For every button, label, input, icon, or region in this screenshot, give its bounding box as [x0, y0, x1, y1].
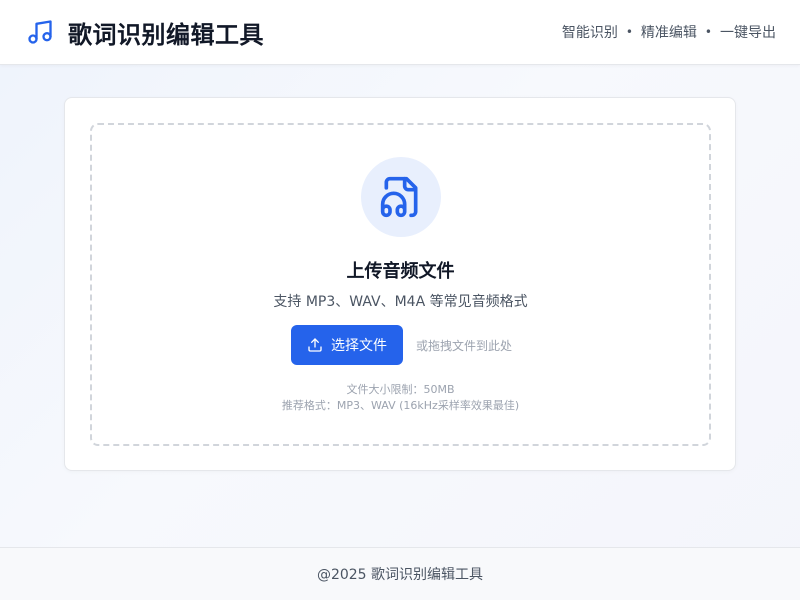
drag-hint: 或拖拽文件到此处 — [416, 339, 513, 353]
feature-item: 一键导出 — [720, 25, 776, 41]
upload-icon — [308, 338, 322, 352]
upload-subtitle: 支持 MP3、WAV、M4A 等常见音频格式 — [273, 294, 528, 310]
music-note-icon — [28, 20, 52, 44]
feature-list: 智能识别 • 精准编辑 • 一键导出 — [562, 22, 776, 42]
file-dropzone[interactable]: 上传音频文件 支持 MP3、WAV、M4A 等常见音频格式 选择文件 或拖拽文件… — [90, 123, 711, 446]
select-file-button[interactable]: 选择文件 — [291, 325, 403, 365]
feature-item: 精准编辑 — [640, 25, 697, 41]
feature-separator: • — [704, 25, 712, 39]
audio-file-icon — [380, 176, 418, 218]
upload-icon-circle — [361, 157, 441, 237]
upload-title: 上传音频文件 — [346, 261, 455, 282]
recommended-format: 推荐格式：MP3、WAV (16kHz采样率效果最佳) — [281, 399, 520, 412]
footer-text: @2025 歌词识别编辑工具 — [316, 567, 484, 583]
app-title: 歌词识别编辑工具 — [68, 20, 264, 49]
brand: 歌词识别编辑工具 — [26, 15, 264, 50]
select-file-label: 选择文件 — [331, 338, 387, 354]
feature-separator: • — [625, 25, 633, 39]
upload-card: 上传音频文件 支持 MP3、WAV、M4A 等常见音频格式 选择文件 或拖拽文件… — [64, 97, 736, 471]
feature-item: 智能识别 — [561, 25, 618, 41]
size-limit: 文件大小限制：50MB — [346, 383, 455, 396]
upload-limits: 文件大小限制：50MB 推荐格式：MP3、WAV (16kHz采样率效果最佳) — [92, 382, 709, 414]
app-footer: @2025 歌词识别编辑工具 — [0, 547, 800, 600]
app-header: 歌词识别编辑工具 智能识别 • 精准编辑 • 一键导出 — [0, 0, 800, 65]
